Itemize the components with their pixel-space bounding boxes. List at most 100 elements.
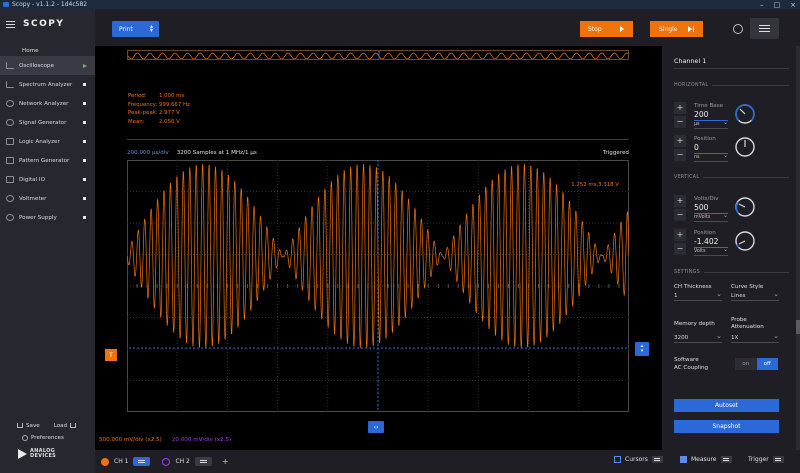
sidebar-item-label: Signal Generator bbox=[19, 119, 67, 126]
ch1-selector[interactable]: CH 1 bbox=[101, 457, 151, 466]
v-position-increment-button[interactable]: + bbox=[674, 229, 686, 241]
v-position-knob[interactable] bbox=[734, 230, 756, 252]
spectrum-icon bbox=[6, 81, 14, 88]
cursors-toggle[interactable]: Cursors bbox=[614, 456, 663, 463]
minimize-icon[interactable]: – bbox=[760, 1, 764, 9]
time-base-increment-button[interactable]: + bbox=[674, 102, 686, 114]
sidebar-item-pattern-generator[interactable]: Pattern Generator bbox=[0, 151, 95, 170]
trigger-level-handle[interactable]: T bbox=[105, 349, 117, 361]
settings-menu-button[interactable] bbox=[750, 18, 779, 39]
ch2-selector[interactable]: CH 2 bbox=[162, 457, 212, 466]
h-position-unit-select[interactable]: ns bbox=[694, 152, 728, 162]
checkbox-icon bbox=[614, 456, 621, 463]
ch2-menu-button[interactable] bbox=[194, 457, 212, 466]
software-ac-coupling-toggle[interactable]: on off bbox=[735, 358, 778, 370]
vertical-position-control: + − Position -1.402 Volts bbox=[674, 229, 782, 257]
cursor-readout: 1.252 ms,3.318 V bbox=[571, 182, 619, 188]
hamburger-menu-icon[interactable] bbox=[6, 20, 15, 28]
time-base-unit-select[interactable]: µs bbox=[694, 119, 728, 129]
status-indicator-icon bbox=[83, 178, 86, 181]
sidebar-item-digital-io[interactable]: Digital IO bbox=[0, 170, 95, 189]
sidebar-item-label: Power Supply bbox=[19, 214, 57, 221]
time-base-knob[interactable] bbox=[734, 103, 756, 125]
maximize-icon[interactable]: □ bbox=[774, 1, 781, 9]
v-position-unit-select[interactable]: Volts bbox=[694, 246, 728, 256]
load-button[interactable]: Load bbox=[54, 423, 79, 429]
curve-style-select[interactable]: Lines bbox=[731, 290, 779, 301]
measurement-mean: Mean: 2.056 V bbox=[128, 118, 180, 125]
logic-analyzer-icon bbox=[6, 138, 14, 145]
app-logo-icon bbox=[3, 2, 9, 7]
print-button[interactable]: Print ▴ ▾ bbox=[112, 21, 159, 37]
measure-menu-button[interactable] bbox=[720, 456, 732, 463]
snapshot-button[interactable]: Snapshot bbox=[674, 420, 779, 433]
ch-thickness-select[interactable]: 1 bbox=[674, 290, 722, 301]
sample-info: 3200 Samples at 1 MHz/1 µs bbox=[176, 150, 257, 156]
volts-div-increment-button[interactable]: + bbox=[674, 195, 686, 207]
chevron-updown-icon: ▴ ▾ bbox=[149, 23, 153, 34]
h-position-increment-button[interactable]: + bbox=[674, 135, 686, 147]
status-indicator-icon bbox=[83, 140, 86, 143]
divider bbox=[127, 139, 629, 140]
time-base-decrement-button[interactable]: − bbox=[674, 116, 686, 128]
panel-scrollbar[interactable] bbox=[796, 46, 800, 450]
section-settings: SETTINGS bbox=[674, 270, 789, 275]
sidebar-item-oscilloscope[interactable]: Oscilloscope bbox=[0, 56, 95, 75]
v-position-decrement-button[interactable]: − bbox=[674, 243, 686, 255]
gear-icon[interactable] bbox=[733, 24, 743, 34]
network-icon bbox=[6, 100, 14, 107]
sidebar-item-label: Network Analyzer bbox=[19, 100, 69, 107]
stop-button[interactable]: Stop bbox=[580, 21, 633, 37]
status-indicator-icon bbox=[83, 83, 86, 86]
single-button[interactable]: Single bbox=[650, 21, 703, 37]
add-channel-button[interactable]: + bbox=[222, 457, 229, 466]
ch1-menu-button[interactable] bbox=[133, 457, 151, 466]
measurement-frequency: Frequency: 999.667 Hz bbox=[128, 101, 190, 108]
sidebar-item-network-analyzer[interactable]: Network Analyzer bbox=[0, 94, 95, 113]
plot-canvas[interactable]: 1.252 ms,3.318 V bbox=[127, 160, 629, 412]
probe-attenuation-select[interactable]: 1X bbox=[731, 332, 779, 343]
save-button[interactable]: Save bbox=[17, 423, 40, 429]
oscilloscope-icon bbox=[6, 62, 14, 69]
sidebar-item-signal-generator[interactable]: Signal Generator bbox=[0, 113, 95, 132]
ch-thickness-field: CH Thickness 1 bbox=[674, 284, 722, 301]
h-position-decrement-button[interactable]: − bbox=[674, 149, 686, 161]
cursors-menu-button[interactable] bbox=[651, 456, 663, 463]
horizontal-position-control: + − Position 0 ns bbox=[674, 135, 782, 163]
volts-div-knob[interactable] bbox=[734, 196, 756, 218]
brand: SCOPY bbox=[6, 19, 64, 29]
volts-div-decrement-button[interactable]: − bbox=[674, 209, 686, 221]
ch1-dot-icon bbox=[101, 457, 109, 466]
channel-scales: 500.000 mV/div (x2.5) 20.000 mV/div (x2.… bbox=[99, 437, 231, 443]
status-indicator-icon bbox=[83, 216, 86, 219]
close-icon[interactable]: × bbox=[790, 1, 796, 9]
trigger-menu-button[interactable] bbox=[772, 456, 784, 463]
trigger-handle-right[interactable]: ▴ ▾ bbox=[635, 342, 649, 356]
autoset-button[interactable]: Autoset bbox=[674, 399, 779, 412]
curve-style-field: Curve Style Lines bbox=[731, 284, 779, 301]
preferences-icon bbox=[22, 435, 28, 441]
waveform-overview[interactable] bbox=[127, 50, 629, 60]
sidebar-item-power-supply[interactable]: Power Supply bbox=[0, 208, 95, 227]
h-position-knob[interactable] bbox=[734, 136, 756, 158]
trigger-toggle[interactable]: Trigger bbox=[748, 456, 784, 463]
panel-title: Channel 1 bbox=[674, 57, 707, 65]
time-per-div: 200.000 µs/div bbox=[127, 150, 169, 156]
volts-div-control: + − Volts/Div 500 mVolts bbox=[674, 195, 782, 223]
channel-settings-panel: Channel 1 HORIZONTAL + − Time Base 200 µ… bbox=[662, 46, 800, 450]
sidebar-item-spectrum-analyzer[interactable]: Spectrum Analyzer bbox=[0, 75, 95, 94]
plot-info-bar: 200.000 µs/div 3200 Samples at 1 MHz/1 µ… bbox=[127, 150, 629, 156]
memory-depth-select[interactable]: 3200 bbox=[674, 332, 722, 343]
measure-toggle[interactable]: Measure bbox=[680, 456, 732, 463]
sidebar-item-logic-analyzer[interactable]: Logic Analyzer bbox=[0, 132, 95, 151]
scrollbar-thumb[interactable] bbox=[796, 320, 800, 334]
measurement-peak-peak: Peak-peak: 2.977 V bbox=[128, 110, 180, 117]
probe-attenuation-field: Probe Attenuation 1X bbox=[731, 317, 779, 343]
preferences-button[interactable]: Preferences bbox=[0, 435, 95, 441]
volts-div-unit-select[interactable]: mVolts bbox=[694, 212, 728, 222]
brand-name: SCOPY bbox=[23, 19, 65, 29]
sidebar-item-voltmeter[interactable]: Voltmeter bbox=[0, 189, 95, 208]
horizontal-position-handle[interactable]: ‹› bbox=[368, 421, 384, 433]
ch1-scale: 500.000 mV/div (x2.5) bbox=[99, 437, 162, 443]
measurement-panel: Period: 1.000 ms Frequency: 999.667 Hz Pea… bbox=[128, 92, 190, 126]
